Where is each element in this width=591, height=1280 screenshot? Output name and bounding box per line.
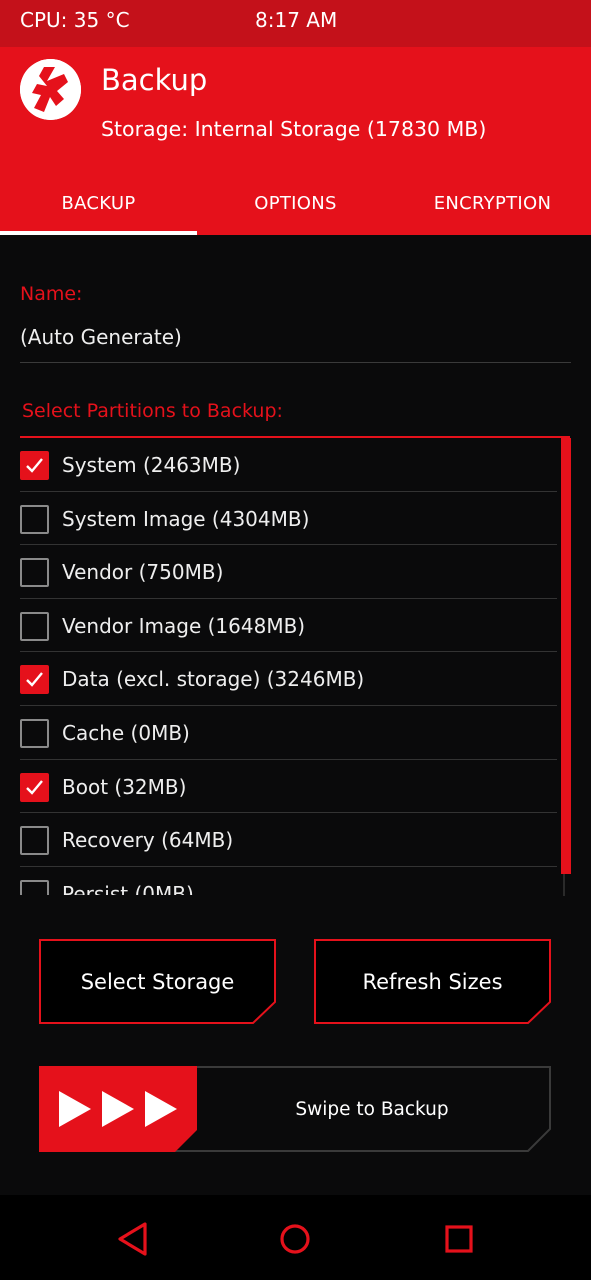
- select-storage-label: Select Storage: [80, 970, 235, 994]
- partition-row-system[interactable]: System (2463MB): [20, 438, 557, 492]
- list-scrollbar[interactable]: [561, 438, 571, 874]
- checkbox[interactable]: [20, 879, 49, 895]
- partition-row-data[interactable]: Data (excl. storage) (3246MB): [20, 652, 557, 706]
- checkbox[interactable]: [20, 558, 49, 588]
- arrow-right-icon: [145, 1091, 177, 1127]
- partition-row-system-image[interactable]: System Image (4304MB): [20, 492, 557, 546]
- partition-label: System (2463MB): [62, 453, 241, 477]
- partition-row-recovery[interactable]: Recovery (64MB): [20, 813, 557, 867]
- checkbox[interactable]: [20, 718, 49, 748]
- partition-label: Persist (0MB): [62, 881, 194, 895]
- checkbox[interactable]: [20, 772, 49, 802]
- partition-label: Vendor (750MB): [62, 560, 224, 585]
- swipe-label: Swipe to Backup: [295, 1099, 449, 1120]
- partition-row-persist[interactable]: Persist (0MB): [20, 867, 557, 895]
- tab-backup[interactable]: BACKUP: [0, 185, 197, 235]
- partition-label: Cache (0MB): [62, 720, 190, 745]
- partition-label: System Image (4304MB): [62, 506, 310, 531]
- swipe-handle[interactable]: [39, 1066, 199, 1152]
- triple-arrow-right-icon: [59, 1091, 91, 1127]
- refresh-sizes-label: Refresh Sizes: [362, 970, 503, 994]
- tab-options[interactable]: OPTIONS: [197, 185, 394, 235]
- select-storage-button[interactable]: Select Storage: [39, 939, 276, 1024]
- refresh-sizes-button[interactable]: Refresh Sizes: [314, 939, 551, 1024]
- checkbox[interactable]: [20, 451, 49, 480]
- status-bar: CPU: 35 °C 8:17 AM: [0, 0, 591, 47]
- checkbox[interactable]: [20, 611, 49, 641]
- scrollbar-track: [563, 874, 565, 896]
- back-triangle-icon[interactable]: [113, 1219, 153, 1259]
- arrow-right-icon: [102, 1091, 134, 1127]
- checkbox[interactable]: [20, 504, 49, 534]
- partition-label: Boot (32MB): [62, 774, 187, 799]
- partition-row-boot[interactable]: Boot (32MB): [20, 760, 557, 814]
- partition-row-vendor[interactable]: Vendor (750MB): [20, 545, 557, 599]
- name-label: Name:: [20, 283, 83, 305]
- checkbox[interactable]: [20, 826, 49, 856]
- partition-label: Vendor Image (1648MB): [62, 613, 306, 638]
- tab-bar: BACKUP OPTIONS ENCRYPTION: [0, 185, 591, 235]
- page-title: Backup: [101, 63, 208, 97]
- navigation-bar: [0, 1195, 591, 1280]
- storage-info: Storage: Internal Storage (17830 MB): [101, 117, 487, 141]
- app-header: Backup Storage: Internal Storage (17830 …: [0, 47, 591, 235]
- swipe-to-backup-slider[interactable]: Swipe to Backup: [39, 1066, 551, 1152]
- home-circle-icon[interactable]: [275, 1219, 315, 1259]
- partition-list[interactable]: System (2463MB) System Image (4304MB) Ve…: [20, 438, 560, 895]
- cpu-temperature: CPU: 35 °C: [20, 8, 130, 32]
- recent-square-icon[interactable]: [439, 1219, 479, 1259]
- tab-encryption[interactable]: ENCRYPTION: [394, 185, 591, 235]
- clock: 8:17 AM: [255, 8, 338, 32]
- partition-row-vendor-image[interactable]: Vendor Image (1648MB): [20, 599, 557, 653]
- checkbox[interactable]: [20, 665, 49, 695]
- partition-label: Recovery (64MB): [62, 828, 234, 853]
- active-tab-indicator: [0, 231, 197, 235]
- partition-label: Data (excl. storage) (3246MB): [62, 667, 365, 692]
- backup-name-field[interactable]: (Auto Generate): [20, 325, 182, 349]
- name-field-underline: [20, 362, 571, 363]
- partitions-label: Select Partitions to Backup:: [22, 400, 283, 422]
- partition-row-cache[interactable]: Cache (0MB): [20, 706, 557, 760]
- twrp-logo-icon: [20, 59, 81, 120]
